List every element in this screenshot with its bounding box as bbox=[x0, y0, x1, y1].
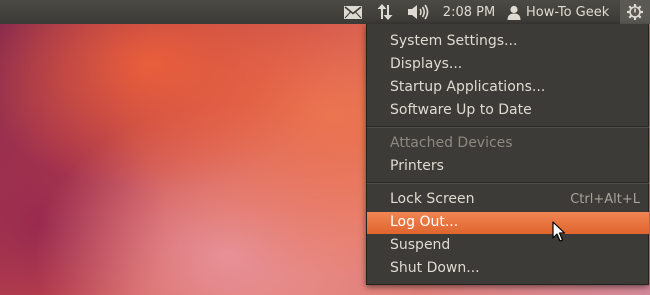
menu-item-software-up-to-date[interactable]: Software Up to Date bbox=[367, 100, 649, 122]
menu-item-suspend[interactable]: Suspend bbox=[367, 235, 649, 257]
menu-item-label: Attached Devices bbox=[390, 135, 513, 151]
menu-item-printers[interactable]: Printers bbox=[367, 156, 649, 178]
user-indicator[interactable]: How-To Geek bbox=[505, 0, 615, 24]
menu-item-label: Lock Screen bbox=[390, 191, 475, 207]
menu-item-shut-down[interactable]: Shut Down... bbox=[367, 258, 649, 280]
top-panel: 2:08 PM How-To Geek bbox=[0, 0, 650, 24]
menu-item-label: Software Up to Date bbox=[390, 102, 532, 118]
menu-item-lock-screen[interactable]: Lock Screen Ctrl+Alt+L bbox=[367, 189, 649, 211]
mail-indicator[interactable] bbox=[341, 0, 365, 24]
menu-item-label: Suspend bbox=[390, 237, 451, 253]
menu-separator bbox=[367, 182, 649, 184]
menu-item-system-settings[interactable]: System Settings... bbox=[367, 31, 649, 53]
menu-item-startup-applications[interactable]: Startup Applications... bbox=[367, 77, 649, 99]
menu-item-log-out[interactable]: Log Out... bbox=[367, 212, 649, 234]
power-gear-icon bbox=[627, 4, 643, 20]
network-indicator[interactable] bbox=[372, 0, 398, 24]
menu-item-displays[interactable]: Displays... bbox=[367, 54, 649, 76]
menu-item-accelerator: Ctrl+Alt+L bbox=[570, 192, 640, 207]
network-icon bbox=[377, 4, 393, 20]
menu-item-label: Startup Applications... bbox=[390, 79, 546, 95]
session-menu-button[interactable] bbox=[620, 0, 650, 24]
menu-item-label: Printers bbox=[390, 158, 444, 174]
volume-indicator[interactable] bbox=[404, 0, 432, 24]
menu-item-label: Displays... bbox=[390, 56, 463, 72]
session-menu: System Settings... Displays... Startup A… bbox=[366, 24, 649, 285]
menu-item-label: System Settings... bbox=[390, 33, 518, 49]
clock-label: 2:08 PM bbox=[442, 4, 496, 20]
mouse-pointer-icon bbox=[552, 221, 566, 242]
menu-item-label: Shut Down... bbox=[390, 260, 480, 276]
mail-icon bbox=[344, 5, 362, 19]
clock-indicator[interactable]: 2:08 PM bbox=[436, 0, 502, 24]
user-icon bbox=[507, 5, 521, 20]
volume-icon bbox=[408, 4, 429, 20]
user-name-label: How-To Geek bbox=[526, 4, 610, 20]
menu-item-attached-devices: Attached Devices bbox=[367, 133, 649, 155]
menu-item-label: Log Out... bbox=[390, 214, 459, 230]
menu-separator bbox=[367, 126, 649, 128]
